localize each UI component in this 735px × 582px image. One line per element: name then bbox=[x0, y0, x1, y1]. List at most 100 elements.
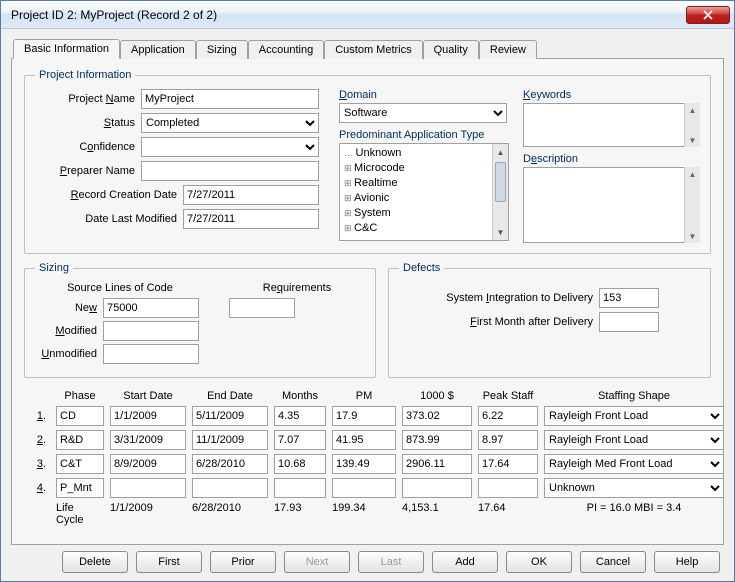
help-button[interactable]: Help bbox=[654, 551, 720, 573]
summary-start: 1/1/2009 bbox=[110, 502, 186, 526]
phase-input[interactable] bbox=[56, 478, 104, 498]
status-select[interactable]: Completed bbox=[141, 113, 319, 133]
tab-quality[interactable]: Quality bbox=[423, 40, 479, 59]
delete-button[interactable]: Delete bbox=[62, 551, 128, 573]
cost-input[interactable] bbox=[402, 406, 472, 426]
content-area: Basic Information Application Sizing Acc… bbox=[1, 29, 734, 581]
tab-custom-metrics[interactable]: Custom Metrics bbox=[324, 40, 422, 59]
keywords-scrollbar[interactable]: ▲▼ bbox=[684, 103, 700, 147]
label-modified: Modified bbox=[35, 325, 103, 337]
label-first-month: First Month after Delivery bbox=[399, 316, 599, 328]
record-creation-input[interactable] bbox=[183, 185, 319, 205]
label-status: Status bbox=[35, 117, 141, 129]
tree-scrollbar[interactable]: ▲▼ bbox=[492, 144, 508, 240]
summary-peak: 17.64 bbox=[478, 502, 538, 526]
prior-button[interactable]: Prior bbox=[210, 551, 276, 573]
description-scrollbar[interactable]: ▲▼ bbox=[684, 167, 700, 243]
sys-int-input[interactable] bbox=[599, 288, 659, 308]
summary-months: 17.93 bbox=[274, 502, 326, 526]
cost-input[interactable] bbox=[402, 454, 472, 474]
months-input[interactable] bbox=[274, 430, 326, 450]
cost-input[interactable] bbox=[402, 430, 472, 450]
tab-review[interactable]: Review bbox=[479, 40, 537, 59]
tree-item-microcode[interactable]: Microcode bbox=[342, 161, 506, 176]
keywords-textarea[interactable] bbox=[523, 103, 700, 147]
date-last-modified-input[interactable] bbox=[183, 209, 319, 229]
unmodified-input[interactable] bbox=[103, 344, 199, 364]
tab-sizing[interactable]: Sizing bbox=[196, 40, 248, 59]
shape-select[interactable]: Rayleigh Front Load bbox=[544, 406, 724, 426]
add-button[interactable]: Add bbox=[432, 551, 498, 573]
row-num: 4. bbox=[24, 482, 50, 494]
pm-input[interactable] bbox=[332, 406, 396, 426]
phase-input[interactable] bbox=[56, 454, 104, 474]
col-start: Start Date bbox=[110, 390, 186, 402]
next-button[interactable]: Next bbox=[284, 551, 350, 573]
tab-basic-information[interactable]: Basic Information bbox=[13, 39, 120, 59]
start-input[interactable] bbox=[110, 430, 186, 450]
phase-row: 4.Unknown bbox=[24, 478, 711, 498]
col-shape: Staffing Shape bbox=[544, 390, 724, 402]
domain-select[interactable]: Software bbox=[339, 103, 507, 123]
row-num: 1. bbox=[24, 410, 50, 422]
app-type-tree[interactable]: Unknown Microcode Realtime Avionic Syste… bbox=[339, 143, 509, 241]
ok-button[interactable]: OK bbox=[506, 551, 572, 573]
row-num: 3. bbox=[24, 458, 50, 470]
start-input[interactable] bbox=[110, 478, 186, 498]
dialog-window: Project ID 2: MyProject (Record 2 of 2) … bbox=[0, 0, 735, 582]
pm-input[interactable] bbox=[332, 478, 396, 498]
tree-item-unknown[interactable]: Unknown bbox=[342, 146, 506, 161]
defects-group: Defects System Integration to Delivery F… bbox=[388, 262, 711, 378]
sloc-header: Source Lines of Code bbox=[35, 282, 205, 294]
cost-input[interactable] bbox=[402, 478, 472, 498]
col-cost: 1000 $ bbox=[402, 390, 472, 402]
tab-accounting[interactable]: Accounting bbox=[248, 40, 324, 59]
tab-row: Basic Information Application Sizing Acc… bbox=[11, 37, 724, 59]
shape-select[interactable]: Rayleigh Front Load bbox=[544, 430, 724, 450]
peak-input[interactable] bbox=[478, 454, 538, 474]
tree-item-cc[interactable]: C&C bbox=[342, 221, 506, 236]
pm-input[interactable] bbox=[332, 430, 396, 450]
cancel-button[interactable]: Cancel bbox=[580, 551, 646, 573]
label-new: New bbox=[35, 302, 103, 314]
start-input[interactable] bbox=[110, 406, 186, 426]
end-input[interactable] bbox=[192, 406, 268, 426]
months-input[interactable] bbox=[274, 406, 326, 426]
end-input[interactable] bbox=[192, 430, 268, 450]
tree-item-realtime[interactable]: Realtime bbox=[342, 176, 506, 191]
requirements-header: Requirements bbox=[229, 282, 365, 294]
tab-application[interactable]: Application bbox=[120, 40, 196, 59]
phase-row: 2.Rayleigh Front Load bbox=[24, 430, 711, 450]
new-input[interactable] bbox=[103, 298, 199, 318]
preparer-name-input[interactable] bbox=[141, 161, 319, 181]
tree-item-avionic[interactable]: Avionic bbox=[342, 191, 506, 206]
end-input[interactable] bbox=[192, 454, 268, 474]
label-project-name: Project Name bbox=[35, 93, 141, 105]
shape-select[interactable]: Rayleigh Med Front Load bbox=[544, 454, 724, 474]
first-button[interactable]: First bbox=[136, 551, 202, 573]
shape-select[interactable]: Unknown bbox=[544, 478, 724, 498]
confidence-select[interactable] bbox=[141, 137, 319, 157]
requirements-input[interactable] bbox=[229, 298, 295, 318]
label-sys-int: System Integration to Delivery bbox=[399, 292, 599, 304]
titlebar: Project ID 2: MyProject (Record 2 of 2) bbox=[1, 1, 734, 29]
close-button[interactable] bbox=[686, 6, 730, 24]
modified-input[interactable] bbox=[103, 321, 199, 341]
start-input[interactable] bbox=[110, 454, 186, 474]
phase-input[interactable] bbox=[56, 406, 104, 426]
first-month-input[interactable] bbox=[599, 312, 659, 332]
last-button[interactable]: Last bbox=[358, 551, 424, 573]
tree-item-system[interactable]: System bbox=[342, 206, 506, 221]
months-input[interactable] bbox=[274, 478, 326, 498]
col-months: Months bbox=[274, 390, 326, 402]
peak-input[interactable] bbox=[478, 430, 538, 450]
project-information-legend: Project Information bbox=[35, 69, 135, 81]
description-textarea[interactable] bbox=[523, 167, 700, 243]
pm-input[interactable] bbox=[332, 454, 396, 474]
project-name-input[interactable] bbox=[141, 89, 319, 109]
end-input[interactable] bbox=[192, 478, 268, 498]
peak-input[interactable] bbox=[478, 406, 538, 426]
phase-input[interactable] bbox=[56, 430, 104, 450]
peak-input[interactable] bbox=[478, 478, 538, 498]
months-input[interactable] bbox=[274, 454, 326, 474]
